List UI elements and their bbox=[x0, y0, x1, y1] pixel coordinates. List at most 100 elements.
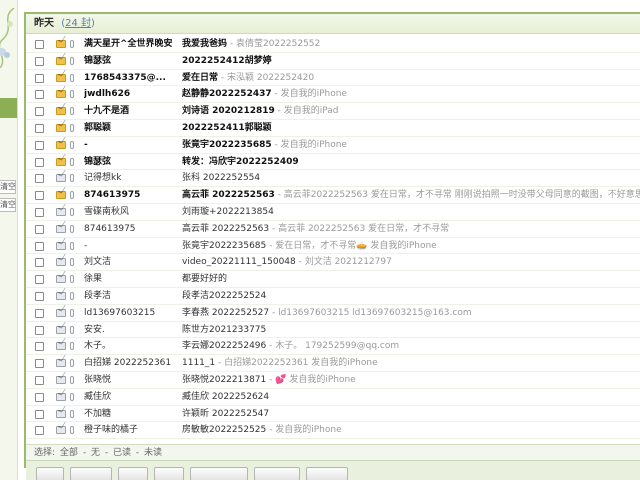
row-checkbox[interactable] bbox=[35, 140, 44, 150]
mail-sender[interactable]: 段孝洁 bbox=[84, 288, 176, 304]
mail-row[interactable]: 满天星开^全世界晚安 我爱我爸妈 - 袁倩莹2022252552 bbox=[26, 36, 640, 53]
mail-row[interactable]: 木子。 李云娜2022252496 - 木子。 179252599@qq.com bbox=[26, 338, 640, 356]
mail-row[interactable]: - 张竟宇2022235685 - 爱在日常，才不寻常🥧 发自我的iPhone bbox=[26, 238, 640, 255]
mail-subject[interactable]: 张竟宇2022235685 - 爱在日常，才不寻常🥧 发自我的iPhone bbox=[182, 238, 640, 254]
mail-sender[interactable]: 郭聪颖 bbox=[84, 120, 176, 136]
mail-sender[interactable]: - bbox=[84, 137, 176, 153]
mail-row[interactable]: ld13697603215 李春燕 2022252527 - ld13697603… bbox=[26, 305, 640, 322]
mail-subject[interactable]: 张竟宇2022235685 - 发自我的iPhone bbox=[182, 137, 640, 153]
mail-row[interactable]: 锦瑟弦 2022252412胡梦婷 bbox=[26, 53, 640, 70]
mail-subject[interactable]: 转发：冯欣宇2022252409 bbox=[182, 154, 640, 170]
mail-subject[interactable]: 都要好好的 bbox=[182, 271, 640, 287]
mail-subject[interactable]: 刘雨璇+2022213854 bbox=[182, 204, 640, 220]
mail-row[interactable]: 雪碟南秋风 刘雨璇+2022213854 bbox=[26, 204, 640, 221]
mail-sender[interactable]: 满天星开^全世界晚安 bbox=[84, 36, 176, 52]
mail-row[interactable]: 874613975 高云菲 2022252563 - 高云菲2022252563 … bbox=[26, 187, 640, 204]
toolbar-button-1[interactable] bbox=[36, 467, 64, 480]
row-checkbox[interactable] bbox=[35, 325, 44, 335]
toolbar-button-4[interactable] bbox=[154, 467, 184, 480]
mail-row[interactable]: 安安. 陈世方2021233775 bbox=[26, 322, 640, 339]
clear-button[interactable]: 清空] bbox=[0, 180, 16, 194]
mail-row[interactable]: 锦瑟弦 转发：冯欣宇2022252409 bbox=[26, 154, 640, 171]
select-all-link[interactable]: 全部 bbox=[60, 448, 78, 458]
mail-row[interactable]: 1768543375@... 爱在日常 - 宋泓颖 2022252420 bbox=[26, 70, 640, 87]
mail-subject[interactable]: 臧佳欣 2022252624 bbox=[182, 389, 640, 405]
mail-sender[interactable]: 记得想kk bbox=[84, 170, 176, 186]
mail-row[interactable]: 874613975 高云菲 2022252563 - 高云菲 2022252563… bbox=[26, 221, 640, 238]
toolbar-button-7[interactable] bbox=[306, 467, 348, 480]
mail-sender[interactable]: 874613975 bbox=[84, 187, 176, 203]
mail-subject[interactable]: 1111_1 - 白招娣2022252361 发自我的iPhone bbox=[182, 355, 640, 371]
select-none-link[interactable]: 无 bbox=[91, 448, 100, 458]
row-checkbox[interactable] bbox=[35, 224, 44, 234]
mail-subject[interactable]: 段孝洁2022252524 bbox=[182, 288, 640, 304]
row-checkbox[interactable] bbox=[35, 40, 44, 49]
mail-subject[interactable]: 高云菲 2022252563 - 高云菲2022252563 爱在日常，才不寻常… bbox=[182, 187, 640, 203]
row-checkbox[interactable] bbox=[35, 258, 44, 268]
mail-subject[interactable]: 刘诗语 2020212819 - 发自我的iPad bbox=[182, 103, 640, 119]
row-checkbox[interactable] bbox=[35, 56, 44, 66]
row-checkbox[interactable] bbox=[35, 308, 44, 318]
mail-sender[interactable]: 雪碟南秋风 bbox=[84, 204, 176, 220]
mail-subject[interactable]: 李云娜2022252496 - 木子。 179252599@qq.com bbox=[182, 338, 640, 354]
mail-row[interactable]: 白招娣 2022252361 1111_1 - 白招娣2022252361 发自我… bbox=[26, 355, 640, 372]
mail-sender[interactable]: 十九不是酒 bbox=[84, 103, 176, 119]
row-checkbox[interactable] bbox=[35, 375, 44, 385]
mail-subject[interactable]: 2022252412胡梦婷 bbox=[182, 53, 640, 69]
row-checkbox[interactable] bbox=[35, 342, 44, 352]
mail-sender[interactable]: 锦瑟弦 bbox=[84, 154, 176, 170]
mail-sender[interactable]: 不加糖 bbox=[84, 406, 176, 422]
mail-sender[interactable]: 874613975 bbox=[84, 221, 176, 237]
mail-subject[interactable]: 许颖昕 2022252547 bbox=[182, 406, 640, 422]
mail-row[interactable]: 不加糖 许颖昕 2022252547 bbox=[26, 406, 640, 423]
mail-subject[interactable]: 我爱我爸妈 - 袁倩莹2022252552 bbox=[182, 36, 640, 52]
mail-subject[interactable]: 房敏敏2022252525 - 发自我的iPhone bbox=[182, 422, 640, 438]
mail-row[interactable]: jwdlh626 赵静静2022252437 - 发自我的iPhone bbox=[26, 86, 640, 104]
row-checkbox[interactable] bbox=[35, 191, 44, 201]
row-checkbox[interactable] bbox=[35, 90, 44, 100]
row-checkbox[interactable] bbox=[35, 426, 44, 436]
mail-sender[interactable]: 刘文洁 bbox=[84, 254, 176, 270]
mail-subject[interactable]: 爱在日常 - 宋泓颖 2022252420 bbox=[182, 70, 640, 86]
row-checkbox[interactable] bbox=[35, 275, 44, 285]
select-read-link[interactable]: 已读 bbox=[113, 448, 131, 458]
mail-row[interactable]: 橙子味的橘子 房敏敏2022252525 - 发自我的iPhone bbox=[26, 422, 640, 440]
row-checkbox[interactable] bbox=[35, 207, 44, 217]
mail-subject[interactable]: 张科 2022252554 bbox=[182, 170, 640, 186]
mail-sender[interactable]: 安安. bbox=[84, 322, 176, 338]
mail-subject[interactable]: 张晓悦2022213871 - 💕 发自我的iPhone bbox=[182, 372, 640, 388]
mail-subject[interactable]: 赵静静2022252437 - 发自我的iPhone bbox=[182, 86, 640, 102]
row-checkbox[interactable] bbox=[35, 123, 44, 133]
left-nav-highlight[interactable] bbox=[0, 98, 17, 118]
mail-row[interactable]: 徐果 都要好好的 bbox=[26, 271, 640, 288]
mail-row[interactable]: 郭聪颖 2022252411郭聪颖 bbox=[26, 120, 640, 137]
toolbar-button-6[interactable] bbox=[254, 467, 300, 480]
row-checkbox[interactable] bbox=[35, 409, 44, 419]
mail-row[interactable]: 刘文洁 video_20221111_150048 - 刘文洁 202121279… bbox=[26, 254, 640, 272]
row-checkbox[interactable] bbox=[35, 174, 44, 184]
mail-row[interactable]: - 张竟宇2022235685 - 发自我的iPhone bbox=[26, 137, 640, 154]
row-checkbox[interactable] bbox=[35, 359, 44, 369]
mail-sender[interactable]: 木子。 bbox=[84, 338, 176, 354]
toolbar-button-2[interactable] bbox=[70, 467, 112, 480]
row-checkbox[interactable] bbox=[35, 73, 44, 83]
toolbar-button-3[interactable] bbox=[118, 467, 148, 480]
row-checkbox[interactable] bbox=[35, 291, 44, 301]
mail-subject[interactable]: 李春燕 2022252527 - ld13697603215 ld1369760… bbox=[182, 305, 640, 321]
mail-subject[interactable]: 高云菲 2022252563 - 高云菲 2022252563 爱在日常，才不寻… bbox=[182, 221, 640, 237]
select-unread-link[interactable]: 未读 bbox=[144, 448, 162, 458]
mail-sender[interactable]: 橙子味的橘子 bbox=[84, 422, 176, 438]
mail-subject[interactable]: 2022252411郭聪颖 bbox=[182, 120, 640, 136]
mail-sender[interactable]: jwdlh626 bbox=[84, 86, 176, 102]
mail-row[interactable]: 段孝洁 段孝洁2022252524 bbox=[26, 288, 640, 305]
mail-row[interactable]: 记得想kk 张科 2022252554 bbox=[26, 170, 640, 188]
mail-sender[interactable]: 张晓悦 bbox=[84, 372, 176, 388]
mail-sender[interactable]: ld13697603215 bbox=[84, 305, 176, 321]
mail-sender[interactable]: 徐果 bbox=[84, 271, 176, 287]
row-checkbox[interactable] bbox=[35, 241, 44, 251]
row-checkbox[interactable] bbox=[35, 107, 44, 117]
mail-row[interactable]: 十九不是酒 刘诗语 2020212819 - 发自我的iPad bbox=[26, 103, 640, 120]
mail-subject[interactable]: 陈世方2021233775 bbox=[182, 322, 640, 338]
mail-subject[interactable]: video_20221111_150048 - 刘文洁 2021212797 bbox=[182, 254, 640, 270]
row-checkbox[interactable] bbox=[35, 392, 44, 402]
